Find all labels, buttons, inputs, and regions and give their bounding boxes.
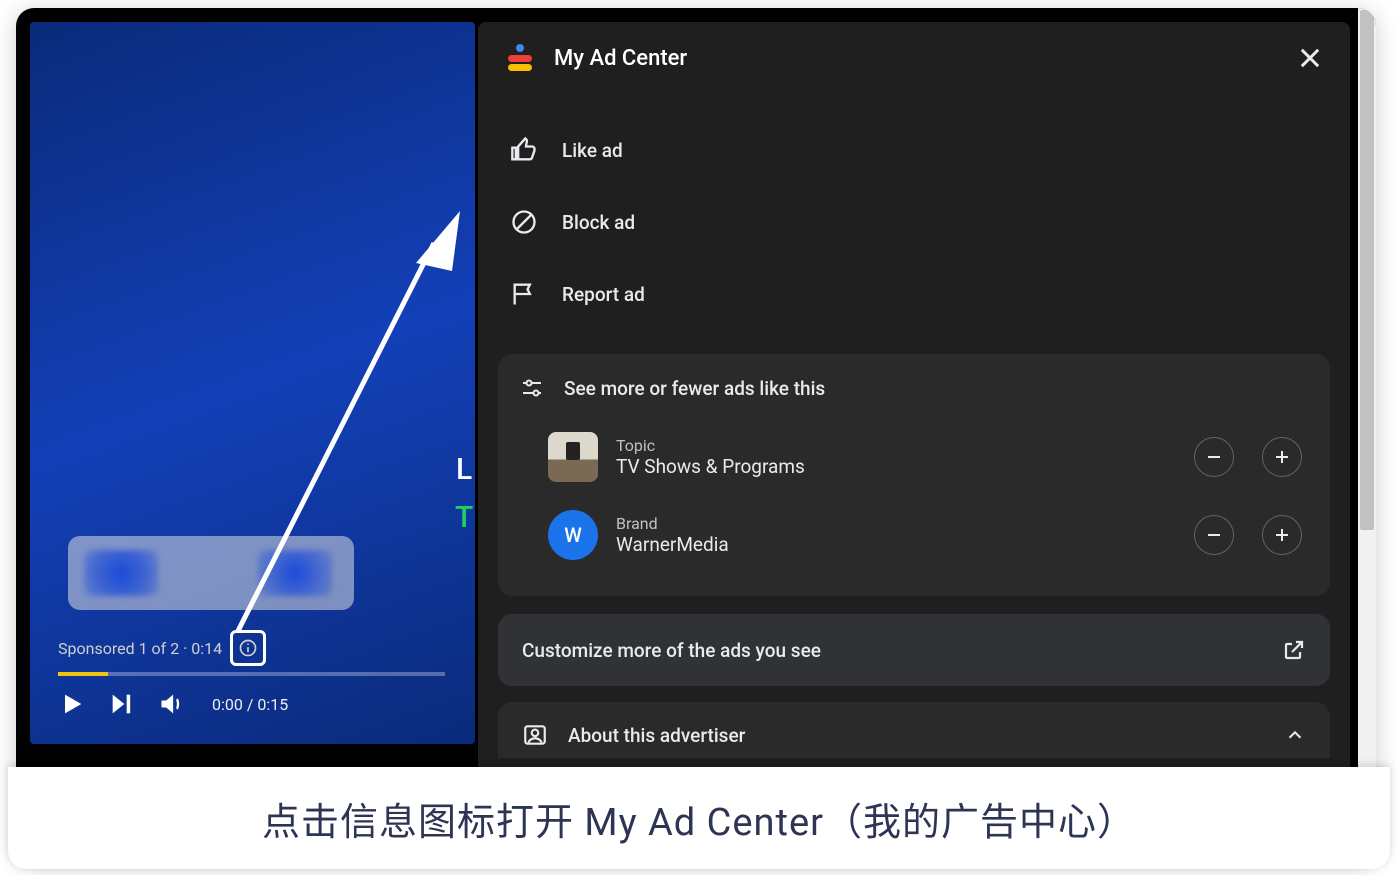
scrollbar-thumb[interactable]	[1360, 10, 1374, 530]
ad-overlay-text: L	[456, 452, 472, 487]
plus-icon	[1274, 449, 1290, 465]
ad-center-logo-icon	[504, 42, 536, 74]
screenshot-frame: L T Sponsored 1 of 2 · 0:14 0:00 / 0:15	[16, 8, 1376, 863]
ad-action-list: Like ad Block ad Report ad	[478, 90, 1350, 348]
external-link-icon	[1282, 638, 1306, 662]
panel-title: My Ad Center	[554, 46, 687, 71]
next-icon[interactable]	[108, 690, 136, 718]
brand-avatar: W	[548, 510, 598, 560]
report-ad-item[interactable]: Report ad	[510, 258, 1340, 330]
report-ad-label: Report ad	[562, 283, 645, 306]
pref-row-topic: Topic TV Shows & Programs	[520, 418, 1308, 496]
video-player[interactable]: L T Sponsored 1 of 2 · 0:14 0:00 / 0:15	[30, 22, 475, 744]
minus-icon	[1206, 449, 1222, 465]
ad-overlay-text-green: T	[455, 500, 473, 535]
tune-icon	[520, 376, 544, 400]
block-ad-label: Block ad	[562, 211, 635, 234]
ad-overlay-banner[interactable]	[68, 536, 354, 610]
about-advertiser-section[interactable]: About this advertiser	[498, 702, 1330, 758]
block-icon	[510, 208, 538, 236]
video-controls: 0:00 / 0:15	[58, 690, 288, 718]
annotation-caption-bar: 点击信息图标打开 My Ad Center（我的广告中心）	[8, 767, 1390, 869]
like-ad-label: Like ad	[562, 139, 623, 162]
pref-name: WarnerMedia	[616, 533, 1166, 556]
flag-icon	[510, 280, 538, 308]
video-progress-bar[interactable]	[58, 672, 445, 676]
sponsored-label-row: Sponsored 1 of 2 · 0:14	[58, 630, 266, 666]
like-ad-item[interactable]: Like ad	[510, 114, 1340, 186]
sponsored-text: Sponsored 1 of 2 · 0:14	[58, 639, 222, 658]
volume-icon[interactable]	[158, 690, 186, 718]
close-icon	[1296, 44, 1324, 72]
my-ad-center-panel: My Ad Center Like ad Block ad Report ad	[478, 22, 1350, 853]
tune-section-title: See more or fewer ads like this	[564, 377, 825, 400]
ad-info-button[interactable]	[230, 630, 266, 666]
video-time: 0:00 / 0:15	[212, 695, 288, 714]
tune-ads-section: See more or fewer ads like this Topic TV…	[498, 354, 1330, 596]
chevron-up-icon	[1284, 724, 1306, 746]
about-advertiser-label: About this advertiser	[568, 724, 745, 747]
thumbs-up-icon	[510, 136, 538, 164]
block-ad-item[interactable]: Block ad	[510, 186, 1340, 258]
pref-name: TV Shows & Programs	[616, 455, 1166, 478]
video-progress-fill	[58, 672, 108, 676]
plus-icon	[1274, 527, 1290, 543]
panel-header: My Ad Center	[478, 22, 1350, 90]
info-icon	[238, 638, 258, 658]
minus-icon	[1206, 527, 1222, 543]
customize-ads-link[interactable]: Customize more of the ads you see	[498, 614, 1330, 686]
topic-thumbnail	[548, 432, 598, 482]
close-button[interactable]	[1296, 44, 1324, 72]
fewer-topic-button[interactable]	[1194, 437, 1234, 477]
pref-kind: Topic	[616, 436, 1166, 455]
play-icon[interactable]	[58, 690, 86, 718]
pref-row-brand: W Brand WarnerMedia	[520, 496, 1308, 574]
browser-scrollbar[interactable]	[1358, 8, 1376, 863]
more-brand-button[interactable]	[1262, 515, 1302, 555]
fewer-brand-button[interactable]	[1194, 515, 1234, 555]
pref-kind: Brand	[616, 514, 1166, 533]
more-topic-button[interactable]	[1262, 437, 1302, 477]
customize-label: Customize more of the ads you see	[522, 639, 821, 662]
person-card-icon	[522, 722, 548, 748]
annotation-caption: 点击信息图标打开 My Ad Center（我的广告中心）	[262, 791, 1136, 846]
